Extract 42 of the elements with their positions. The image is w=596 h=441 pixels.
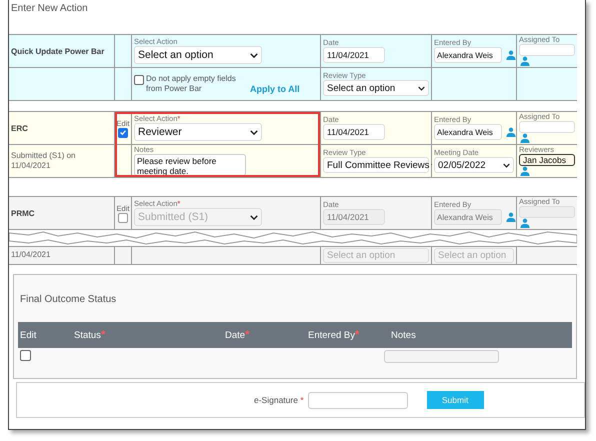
chevron-icon xyxy=(503,162,510,168)
assigned-to-field[interactable] xyxy=(519,44,575,56)
person-icon[interactable] xyxy=(506,50,516,60)
person-icon[interactable] xyxy=(520,56,530,66)
column-header: Entered By* xyxy=(308,329,360,341)
chevron-icon xyxy=(250,130,258,135)
signature-label: e-Signature * xyxy=(254,395,304,405)
signature-field[interactable] xyxy=(308,392,408,408)
notes-field[interactable] xyxy=(384,350,499,363)
person-icon[interactable] xyxy=(520,166,530,176)
chevron-icon xyxy=(250,52,258,58)
entered-by-field[interactable]: Alexandra Weis xyxy=(434,124,502,140)
status-text: Submitted (S1) on 11/04/2021 xyxy=(11,150,76,172)
date-field[interactable]: 11/04/2021 xyxy=(323,47,385,64)
entered-by-field[interactable]: Alexandra Weis xyxy=(434,47,502,64)
column-header: Edit xyxy=(20,330,36,340)
action-select[interactable]: Reviewer xyxy=(134,123,262,142)
group-title: PRMC xyxy=(11,208,36,218)
panel-title: Final Outcome Status xyxy=(19,293,118,307)
section-title: Enter New Action xyxy=(10,2,89,16)
status-text: 11/04/2021 xyxy=(11,250,52,261)
notes-field[interactable]: Please review before meeting date. xyxy=(134,154,246,176)
reviewers-field[interactable]: Jan Jacobs xyxy=(519,154,575,166)
meeting-date-select[interactable]: 02/05/2022 xyxy=(434,157,514,174)
group-title: ERC xyxy=(11,124,29,132)
column-header: Notes xyxy=(391,330,416,340)
person-icon[interactable] xyxy=(506,127,516,138)
chevron-icon xyxy=(250,214,258,220)
date-field[interactable]: 11/04/2021 xyxy=(323,124,385,140)
column-header: Date* xyxy=(225,329,250,341)
review-type-select[interactable]: Full Committee Reviews xyxy=(323,157,429,174)
option-text: Do not apply empty fields from Power Bar xyxy=(146,74,237,94)
person-icon[interactable] xyxy=(520,133,530,144)
action-select[interactable]: Select an option xyxy=(134,46,262,64)
group-title: Quick Update Power Bar xyxy=(11,46,106,56)
option-checkbox[interactable] xyxy=(134,75,144,85)
chevron-icon xyxy=(418,86,425,91)
assigned-to-field[interactable] xyxy=(519,121,575,134)
edit-checkbox[interactable] xyxy=(20,350,31,360)
review-type-select[interactable]: Select an option xyxy=(323,80,429,96)
edit-checkbox[interactable] xyxy=(118,128,128,138)
column-header: Status* xyxy=(74,329,106,341)
